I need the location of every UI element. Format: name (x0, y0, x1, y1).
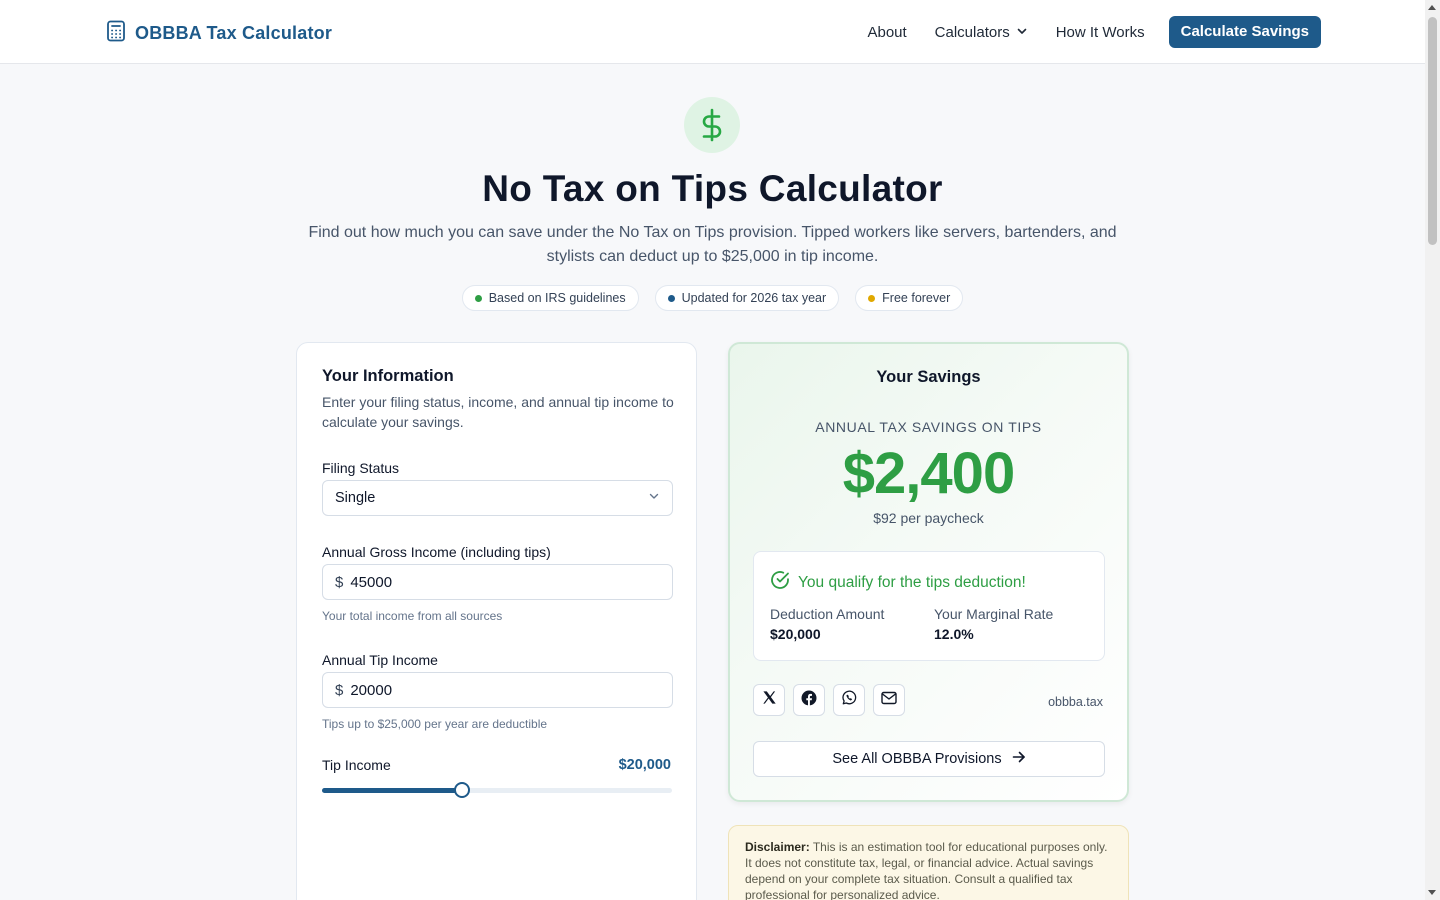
gross-income-value: 45000 (350, 573, 393, 591)
chevron-down-icon (1016, 24, 1028, 41)
gross-income-field[interactable]: $ 45000 (322, 564, 673, 600)
badge-tax-year: Updated for 2026 tax year (654, 285, 840, 311)
marginal-rate-value: 12.0% (934, 626, 974, 642)
filing-status-value: Single (335, 490, 376, 506)
information-card-title: Your Information (322, 367, 454, 385)
whatsapp-icon (841, 690, 857, 711)
share-whatsapp-button[interactable] (833, 684, 865, 716)
badge-label: Based on IRS guidelines (488, 291, 626, 305)
tip-slider-value: $20,000 (618, 757, 671, 773)
nav-about[interactable]: About (867, 24, 906, 41)
mail-icon (881, 691, 897, 710)
share-buttons (753, 684, 905, 716)
brand[interactable]: OBBBA Tax Calculator (106, 20, 332, 47)
tip-income-field[interactable]: $ 20000 (322, 672, 673, 708)
deduction-amount-label: Deduction Amount (770, 606, 885, 622)
qualify-text: You qualify for the tips deduction! (798, 573, 1026, 591)
savings-card-title: Your Savings (876, 368, 981, 386)
filing-status-label: Filing Status (322, 460, 400, 476)
per-paycheck-amount: $92 per paycheck (873, 510, 984, 526)
share-facebook-button[interactable] (793, 684, 825, 716)
badge-irs: Based on IRS guidelines (461, 285, 639, 311)
information-card: Your Information Enter your filing statu… (296, 342, 697, 900)
arrow-right-icon (1012, 751, 1026, 767)
currency-prefix: $ (335, 573, 344, 591)
tip-income-helper: Tips up to $25,000 per year are deductib… (322, 717, 548, 731)
check-circle-icon (770, 570, 790, 595)
scroll-down-arrow-icon[interactable] (1428, 890, 1436, 895)
deduction-amount-block: Deduction Amount $20,000 (770, 606, 884, 642)
facebook-icon (801, 690, 817, 711)
main-nav: About Calculators How It Works Calculate… (867, 16, 1321, 48)
see-all-provisions-label: See All OBBBA Provisions (832, 751, 1002, 767)
page-title: No Tax on Tips Calculator (482, 168, 943, 209)
disclaimer-label: Disclaimer: (745, 840, 810, 854)
gross-income-label: Annual Gross Income (including tips) (322, 544, 551, 560)
dollar-icon (684, 97, 740, 153)
tip-slider-label: Tip Income (322, 757, 391, 773)
disclaimer-box: Disclaimer: This is an estimation tool f… (728, 825, 1129, 900)
savings-caption: ANNUAL TAX SAVINGS ON TIPS (815, 419, 1042, 435)
currency-prefix: $ (335, 681, 344, 699)
slider-fill (322, 788, 462, 793)
page-subtitle: Find out how much you can save under the… (308, 224, 1117, 265)
savings-amount: $2,400 (842, 441, 1015, 506)
badge-label: Free forever (882, 291, 951, 305)
share-email-button[interactable] (873, 684, 905, 716)
badge-free: Free forever (855, 285, 964, 311)
trust-badges: Based on IRS guidelines Updated for 2026… (0, 285, 1425, 311)
qualify-panel: You qualify for the tips deduction! Dedu… (753, 551, 1105, 661)
savings-card: Your Savings ANNUAL TAX SAVINGS ON TIPS … (728, 342, 1129, 802)
information-card-description: Enter your filing status, income, and an… (322, 394, 674, 430)
page-scrollbar[interactable] (1425, 0, 1440, 900)
tip-income-value: 20000 (350, 681, 393, 699)
scroll-up-arrow-icon[interactable] (1428, 5, 1436, 10)
calculator-icon (106, 20, 126, 47)
share-x-button[interactable] (753, 684, 785, 716)
see-all-provisions-button[interactable]: See All OBBBA Provisions (753, 741, 1105, 777)
badge-label: Updated for 2026 tax year (681, 291, 827, 305)
nav-how-it-works[interactable]: How It Works (1056, 24, 1145, 41)
tip-income-label: Annual Tip Income (322, 652, 438, 668)
scroll-thumb[interactable] (1428, 17, 1437, 245)
deduction-amount-value: $20,000 (770, 626, 821, 642)
slider-thumb[interactable] (454, 782, 470, 798)
badge-dot (868, 294, 876, 302)
badge-dot (474, 294, 482, 302)
x-icon (762, 690, 777, 710)
marginal-rate-label: Your Marginal Rate (934, 606, 1054, 622)
brand-title: OBBBA Tax Calculator (135, 23, 333, 43)
marginal-rate-block: Your Marginal Rate 12.0% (934, 606, 1053, 642)
chevron-down-icon (648, 490, 660, 506)
nav-calculators-label: Calculators (934, 23, 1010, 41)
calculate-savings-button[interactable]: Calculate Savings (1168, 16, 1321, 48)
filing-status-select[interactable]: Single (322, 480, 673, 516)
top-header: OBBBA Tax Calculator About Calculators H… (0, 0, 1425, 64)
badge-dot (667, 294, 675, 302)
gross-income-helper: Your total income from all sources (322, 609, 503, 623)
qualify-message: You qualify for the tips deduction! (770, 570, 1026, 595)
tip-income-slider[interactable] (322, 782, 672, 798)
share-domain: obbba.tax (1048, 695, 1103, 709)
nav-calculators[interactable]: Calculators (935, 24, 1028, 41)
